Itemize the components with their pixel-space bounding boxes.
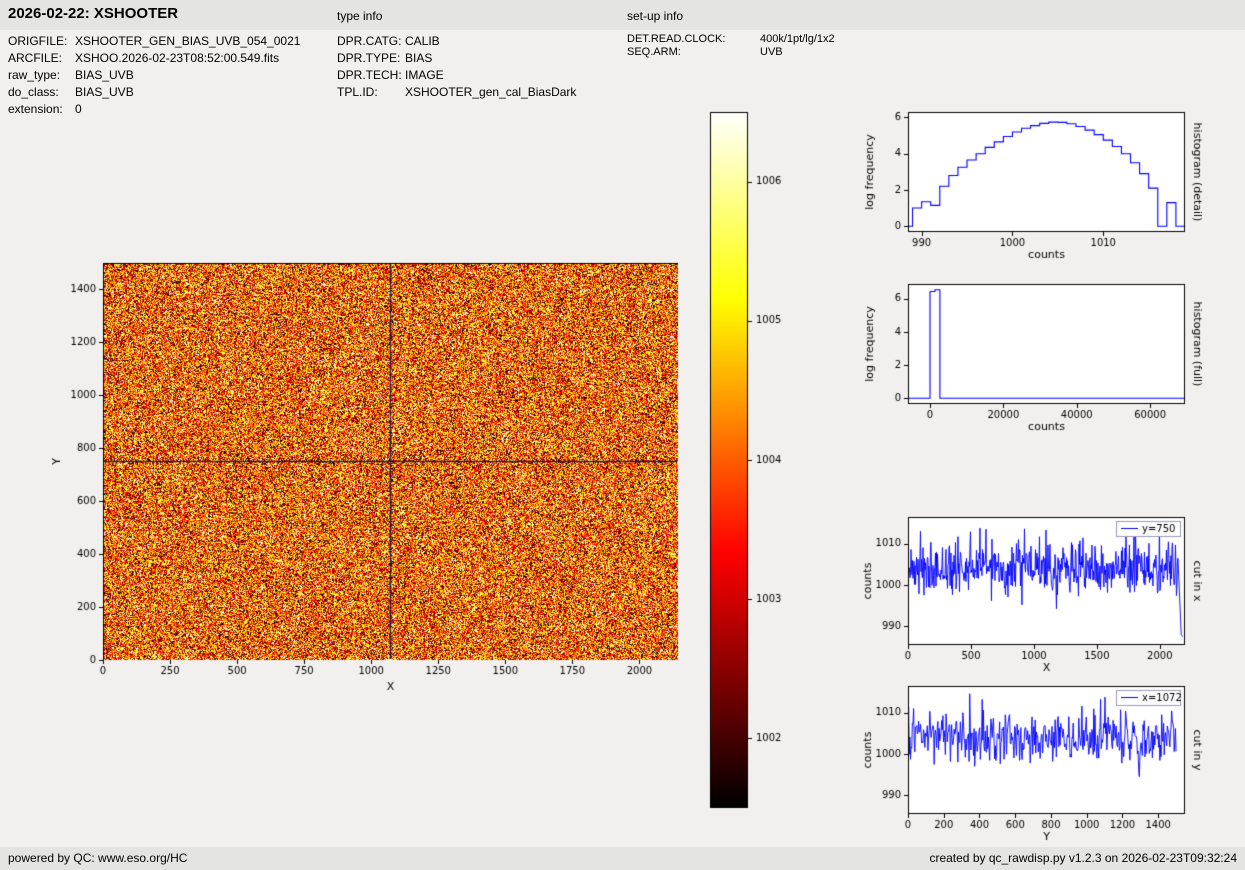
metadata-row: ORIGFILE: XSHOOTER_GEN_BIAS_UVB_054_0021	[8, 33, 300, 50]
type-info-heading: type info	[337, 9, 383, 23]
metadata-value: 0	[75, 102, 82, 116]
metadata-row: DPR.TECH: IMAGE	[337, 67, 576, 84]
metadata-row: do_class: BIAS_UVB	[8, 84, 300, 101]
metadata-row: DET.READ.CLOCK: 400k/1pt/lg/1x2	[627, 33, 835, 46]
setup-info-heading: set-up info	[627, 9, 684, 23]
histogram-detail-plot	[850, 96, 1245, 278]
metadata-value: BIAS_UVB	[75, 85, 134, 99]
colorbar	[695, 100, 815, 822]
setup-info-block: DET.READ.CLOCK: 400k/1pt/lg/1x2 SEQ.ARM: U…	[627, 33, 835, 59]
metadata-value: CALIB	[405, 34, 440, 48]
metadata-row: ARCFILE: XSHOO.2026-02-23T08:52:00.549.fi…	[8, 50, 300, 67]
metadata-row: TPL.ID: XSHOOTER_gen_cal_BiasDark	[337, 84, 576, 101]
metadata-label: DPR.CATG:	[337, 34, 402, 48]
metadata-value: 400k/1pt/lg/1x2	[760, 33, 835, 45]
metadata-value: IMAGE	[405, 68, 444, 82]
histogram-full-plot	[850, 268, 1245, 450]
metadata-value: XSHOOTER_gen_cal_BiasDark	[405, 85, 577, 99]
cut-in-y-plot	[850, 670, 1245, 847]
page-title: 2026-02-22: XSHOOTER	[8, 5, 179, 22]
metadata-label: DET.READ.CLOCK:	[627, 33, 726, 45]
metadata-value: XSHOOTER_GEN_BIAS_UVB_054_0021	[75, 34, 301, 48]
metadata-row: DPR.TYPE: BIAS	[337, 50, 576, 67]
metadata-label: ORIGFILE:	[8, 34, 68, 48]
metadata-label: DPR.TECH:	[337, 68, 402, 82]
cut-in-x-plot	[850, 501, 1245, 689]
metadata-row: extension: 0	[8, 101, 300, 118]
metadata-label: DPR.TYPE:	[337, 51, 401, 65]
metadata-value: BIAS	[405, 51, 433, 65]
metadata-row: raw_type: BIAS_UVB	[8, 67, 300, 84]
qc-report-page: 2026-02-22: XSHOOTER type info set-up in…	[0, 0, 1245, 870]
metadata-label: extension:	[8, 102, 63, 116]
type-info-block: DPR.CATG: CALIB DPR.TYPE: BIAS DPR.TECH: IM…	[337, 33, 576, 101]
metadata-value: UVB	[760, 46, 783, 58]
metadata-value: XSHOO.2026-02-23T08:52:00.549.fits	[75, 51, 280, 65]
footer-left-text: powered by QC: www.eso.org/HC	[8, 851, 188, 865]
file-info-block: ORIGFILE: XSHOOTER_GEN_BIAS_UVB_054_0021 …	[8, 33, 300, 118]
metadata-label: raw_type:	[8, 68, 61, 82]
metadata-row: DPR.CATG: CALIB	[337, 33, 576, 50]
footer-bar: powered by QC: www.eso.org/HC created by…	[0, 847, 1245, 870]
metadata-label: ARCFILE:	[8, 51, 63, 65]
bias-image-plot	[30, 248, 710, 718]
metadata-label: TPL.ID:	[337, 85, 378, 99]
metadata-label: SEQ.ARM:	[627, 46, 681, 58]
footer-right-text: created by qc_rawdisp.py v1.2.3 on 2026-…	[929, 851, 1237, 865]
metadata-row: SEQ.ARM: UVB	[627, 46, 835, 59]
header-bar: 2026-02-22: XSHOOTER type info set-up in…	[0, 0, 1245, 30]
metadata-value: BIAS_UVB	[75, 68, 134, 82]
metadata-label: do_class:	[8, 85, 59, 99]
